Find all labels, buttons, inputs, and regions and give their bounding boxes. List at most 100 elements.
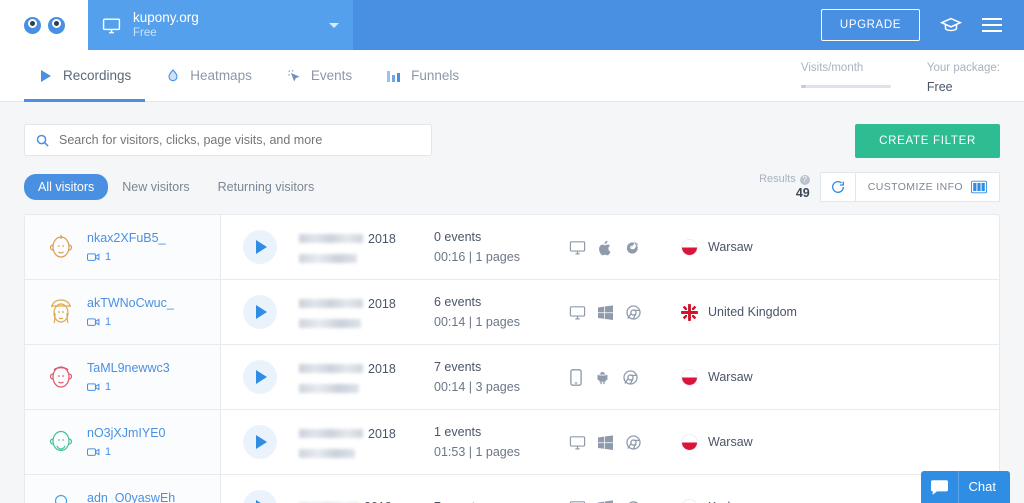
table-row[interactable]: akTWNoCwuc_ 1 2018 6 events 00:14 | 1 pa… (24, 279, 1000, 344)
play-button[interactable] (243, 425, 277, 459)
package-label: Your package: (926, 62, 1000, 74)
flag-uk-icon (681, 303, 698, 321)
row-location-cell: Warsaw (681, 410, 753, 474)
segment-new-visitors[interactable]: New visitors (108, 174, 203, 200)
search-box[interactable] (24, 124, 432, 156)
firefox-icon (623, 239, 640, 256)
chrome-icon (625, 434, 642, 451)
results-label: Results (759, 172, 796, 185)
info-icon[interactable]: ? (799, 174, 810, 185)
windows-icon (598, 304, 613, 320)
play-button[interactable] (243, 230, 277, 264)
user-id[interactable]: nkax2XFuB5_ (87, 230, 166, 246)
edge-icon (625, 499, 642, 503)
tab-events[interactable]: Events (272, 50, 366, 101)
hamburger-menu-icon[interactable] (982, 18, 1002, 32)
row-tech-cell (569, 410, 681, 474)
apple-icon (598, 239, 611, 256)
tab-recordings[interactable]: Recordings (24, 50, 146, 102)
flag-poland-icon (681, 498, 698, 503)
segment-all-visitors[interactable]: All visitors (24, 174, 109, 200)
results-label-wrap: Results ? (759, 173, 810, 186)
results-count: 49 (795, 186, 810, 201)
site-name: kupony.org (133, 9, 199, 25)
avatar (47, 362, 75, 392)
click-cursor-icon (286, 68, 302, 84)
date-year: 2018 (368, 296, 396, 311)
tab-heatmaps[interactable]: Heatmaps (151, 50, 266, 101)
play-icon (256, 435, 267, 449)
row-play-cell (221, 280, 299, 344)
flag-poland-icon (681, 368, 698, 386)
results-block: Results ? 49 (759, 173, 810, 201)
desktop-icon (569, 499, 586, 503)
row-user-cell: akTWNoCwuc_ 1 (25, 280, 221, 344)
row-play-cell (221, 215, 299, 279)
user-id[interactable]: nO3jXJmIYE0 (87, 425, 166, 441)
nav-tabs: Recordings Heatmaps Events Funnels (0, 50, 473, 102)
user-meta: TaML9newwc3 1 (87, 360, 170, 395)
create-filter-button[interactable]: CREATE FILTER (855, 124, 1000, 158)
user-id[interactable]: TaML9newwc3 (87, 360, 170, 376)
table-row[interactable]: adn_O0yaswEh 1 2018 (24, 474, 1000, 503)
table-row[interactable]: nkax2XFuB5_ 1 2018 0 events 00:16 | 1 pa… (24, 214, 1000, 279)
segment-returning-visitors[interactable]: Returning visitors (204, 174, 329, 200)
row-events-cell: 7 events (434, 475, 569, 503)
graduation-cap-icon[interactable] (940, 14, 962, 36)
events-count: 1 events (434, 425, 482, 439)
row-events-cell: 0 events 00:16 | 1 pages (434, 215, 569, 279)
play-icon (256, 305, 267, 319)
top-bar: kupony.org Free UPGRADE (0, 0, 1024, 50)
tab-heatmaps-label: Heatmaps (190, 68, 252, 83)
tab-funnels-label: Funnels (411, 68, 460, 83)
avatar (47, 427, 75, 457)
table-row[interactable]: TaML9newwc3 1 2018 7 events 00:14 | 3 pa… (24, 344, 1000, 409)
user-meta: adn_O0yaswEh 1 (87, 490, 175, 503)
upgrade-button[interactable]: UPGRADE (820, 9, 920, 41)
table-row[interactable]: nO3jXJmIYE0 1 2018 1 events 01:53 | 1 pa… (24, 409, 1000, 474)
customize-info-button[interactable]: CUSTOMIZE INFO (855, 172, 1000, 202)
site-selector[interactable]: kupony.org Free (88, 0, 353, 50)
duration-pages: 01:53 | 1 pages (434, 445, 520, 459)
row-location-cell: Krakow (681, 475, 750, 503)
user-id[interactable]: akTWNoCwuc_ (87, 295, 174, 311)
user-id[interactable]: adn_O0yaswEh (87, 490, 175, 503)
visits-per-month: Visits/month (800, 62, 891, 88)
package-value: Free (926, 80, 953, 94)
play-button[interactable] (243, 360, 277, 394)
search-input[interactable] (59, 133, 421, 147)
tab-funnels[interactable]: Funnels (372, 50, 473, 101)
play-icon (256, 240, 267, 254)
search-filter-row: CREATE FILTER (24, 124, 1000, 158)
row-date-cell: 2018 (299, 475, 434, 503)
row-tech-cell (569, 215, 681, 279)
blurred-time (299, 253, 357, 263)
monitor-icon (102, 16, 121, 35)
row-play-cell (221, 475, 299, 503)
bar-chart-icon (386, 68, 402, 84)
desktop-icon (569, 434, 586, 451)
avatar (47, 232, 75, 262)
chat-widget[interactable]: Chat (920, 471, 1010, 503)
chevron-down-icon[interactable] (329, 22, 339, 28)
play-button[interactable] (243, 295, 277, 329)
blurred-time (299, 383, 359, 393)
location-name: United Kingdom (708, 305, 797, 319)
recording-count-wrap: 1 (87, 250, 166, 264)
refresh-button[interactable] (819, 172, 856, 202)
recording-count: 1 (105, 380, 112, 393)
row-date-cell: 2018 (299, 345, 434, 409)
table-controls: CUSTOMIZE INFO (819, 172, 1000, 202)
play-button[interactable] (243, 490, 277, 503)
main-nav: Recordings Heatmaps Events Funnels Visit… (0, 50, 1024, 102)
recordings-table: nkax2XFuB5_ 1 2018 0 events 00:16 | 1 pa… (24, 214, 1000, 503)
location-name: Warsaw (708, 435, 753, 449)
logo[interactable] (0, 0, 88, 50)
windows-icon (598, 434, 613, 450)
duration-pages: 00:16 | 1 pages (434, 250, 520, 264)
row-events-cell: 6 events 00:14 | 1 pages (434, 280, 569, 344)
blurred-date (299, 299, 363, 308)
visits-progress-bar (800, 85, 891, 88)
user-meta: nkax2XFuB5_ 1 (87, 230, 166, 265)
